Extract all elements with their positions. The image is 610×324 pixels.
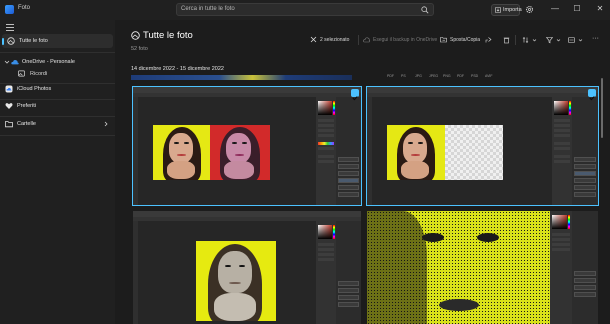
divider <box>0 52 115 53</box>
search-box[interactable]: Cerca in tutte le foto <box>176 3 434 16</box>
folder-move-icon <box>440 37 447 43</box>
page-title: Tutte le foto <box>143 30 193 41</box>
divider <box>0 135 115 136</box>
strip-label: PDF <box>387 74 394 78</box>
photos-icon <box>131 31 140 40</box>
delete-icon[interactable] <box>503 35 510 45</box>
strip-label: PNG <box>443 74 451 78</box>
sidebar-item-label: Tutte le foto <box>19 38 48 44</box>
photo-thumbnail[interactable] <box>132 86 362 206</box>
share-icon[interactable] <box>485 35 492 45</box>
main-content: Tutte le foto 52 foto 2 selezionato Eseg… <box>115 20 610 324</box>
photo-thumbnail[interactable] <box>366 86 599 206</box>
gear-icon[interactable] <box>525 5 534 14</box>
chevron-right-icon[interactable] <box>103 121 109 127</box>
selection-toolbar: 2 selezionato Esegui il backup in OneDri… <box>310 35 605 45</box>
cloud-upload-icon <box>363 37 370 43</box>
sidebar-item-label: OneDrive - Personale <box>22 59 75 65</box>
sidebar-item-memories[interactable]: Ricordi <box>0 67 115 81</box>
close-button[interactable]: ✕ <box>594 3 606 15</box>
strip-label: PSD <box>471 74 479 78</box>
halftone-portrait-image <box>367 211 550 324</box>
portrait-image <box>196 241 276 321</box>
more-icon: ··· <box>592 35 599 42</box>
photoshop-layers-panel <box>572 211 598 324</box>
strip-label: PS <box>401 74 406 78</box>
transparent-layer <box>445 125 503 180</box>
chevron-down-icon[interactable] <box>4 59 10 65</box>
photoshop-properties-panel <box>316 97 336 205</box>
hamburger-menu-icon[interactable] <box>6 24 14 31</box>
sidebar-item-favorites[interactable]: Preferiti <box>0 99 115 113</box>
sidebar-item-label: iCloud Photos <box>17 86 52 92</box>
sidebar-item-all-photos[interactable]: Tutte le foto <box>2 34 113 48</box>
active-indicator <box>2 38 4 45</box>
photoshop-layers-panel <box>336 221 361 324</box>
strip-label: JPG <box>415 74 422 78</box>
sidebar-item-folders[interactable]: Cartelle <box>0 117 115 131</box>
selection-checkbox[interactable] <box>351 89 359 101</box>
portrait-image <box>210 125 270 180</box>
selection-count: 2 selezionato <box>320 37 350 43</box>
memories-icon <box>18 70 25 77</box>
checkmark-icon <box>352 96 358 101</box>
sidebar-item-label: Ricordi <box>30 71 48 77</box>
move-copy-label: Sposta/Copia <box>450 37 481 43</box>
close-icon <box>310 36 317 43</box>
photoshop-properties-panel <box>316 221 336 324</box>
sidebar-item-label: Cartelle <box>17 121 36 127</box>
strip-label: JPEG <box>429 74 439 78</box>
photoshop-canvas <box>138 221 316 324</box>
maximize-button[interactable]: ☐ <box>571 3 583 15</box>
filter-icon[interactable] <box>546 35 553 45</box>
import-label: Importa <box>503 7 522 13</box>
photos-app-icon <box>5 5 14 14</box>
folder-icon <box>5 121 13 128</box>
scrollbar-thumb[interactable] <box>601 78 603 138</box>
photoshop-properties-panel <box>550 211 572 324</box>
sidebar-item-label: Preferiti <box>17 103 36 109</box>
view-options-icon[interactable] <box>568 35 575 45</box>
photos-icon <box>7 37 15 45</box>
app-name: Foto <box>18 5 31 11</box>
photoshop-canvas <box>372 97 552 205</box>
search-icon[interactable] <box>421 6 429 14</box>
sidebar-item-icloud[interactable]: iCloud Photos <box>0 82 115 96</box>
date-range-header: 14 dicembre 2022 - 15 dicembre 2022 <box>131 66 224 72</box>
onedrive-cloud-icon <box>11 60 19 65</box>
photoshop-properties-panel <box>552 97 572 205</box>
divider <box>358 35 359 45</box>
import-icon <box>495 7 501 13</box>
portrait-image <box>387 125 445 180</box>
more-options-button[interactable]: ··· <box>592 35 602 45</box>
chevron-down-icon[interactable] <box>556 35 561 45</box>
photoshop-layers-panel <box>572 97 598 205</box>
photo-thumbnail[interactable] <box>367 211 598 324</box>
strip-label: PDF <box>457 74 464 78</box>
selection-checkbox[interactable] <box>588 89 596 101</box>
chevron-down-icon[interactable] <box>532 35 537 45</box>
title-bar: Foto Cerca in tutte le foto Importa — ☐ … <box>0 0 610 20</box>
photo-thumbnail-strip[interactable] <box>131 75 352 80</box>
minimize-button[interactable]: — <box>549 3 561 15</box>
portrait-image <box>153 125 210 180</box>
photoshop-canvas <box>138 97 316 205</box>
photo-thumbnail[interactable] <box>133 211 361 324</box>
chevron-down-icon[interactable] <box>578 35 583 45</box>
checkmark-icon <box>589 96 595 101</box>
divider <box>515 35 516 45</box>
sidebar: Tutte le foto OneDrive - Personale Ricor… <box>0 20 115 324</box>
heart-icon <box>5 103 13 109</box>
backup-label: Esegui il backup in OneDrive <box>373 37 438 43</box>
icloud-icon <box>5 85 13 93</box>
photo-thumbnail-strip[interactable]: PDF PS JPG JPEG PNG PDF PSD AVIF <box>365 74 605 80</box>
sort-icon[interactable] <box>522 35 529 45</box>
search-input[interactable]: Cerca in tutte le foto <box>181 6 235 12</box>
photo-count: 52 foto <box>131 46 148 52</box>
import-button[interactable]: Importa <box>491 4 522 16</box>
strip-label: AVIF <box>485 74 493 78</box>
photoshop-layers-panel <box>336 97 361 205</box>
